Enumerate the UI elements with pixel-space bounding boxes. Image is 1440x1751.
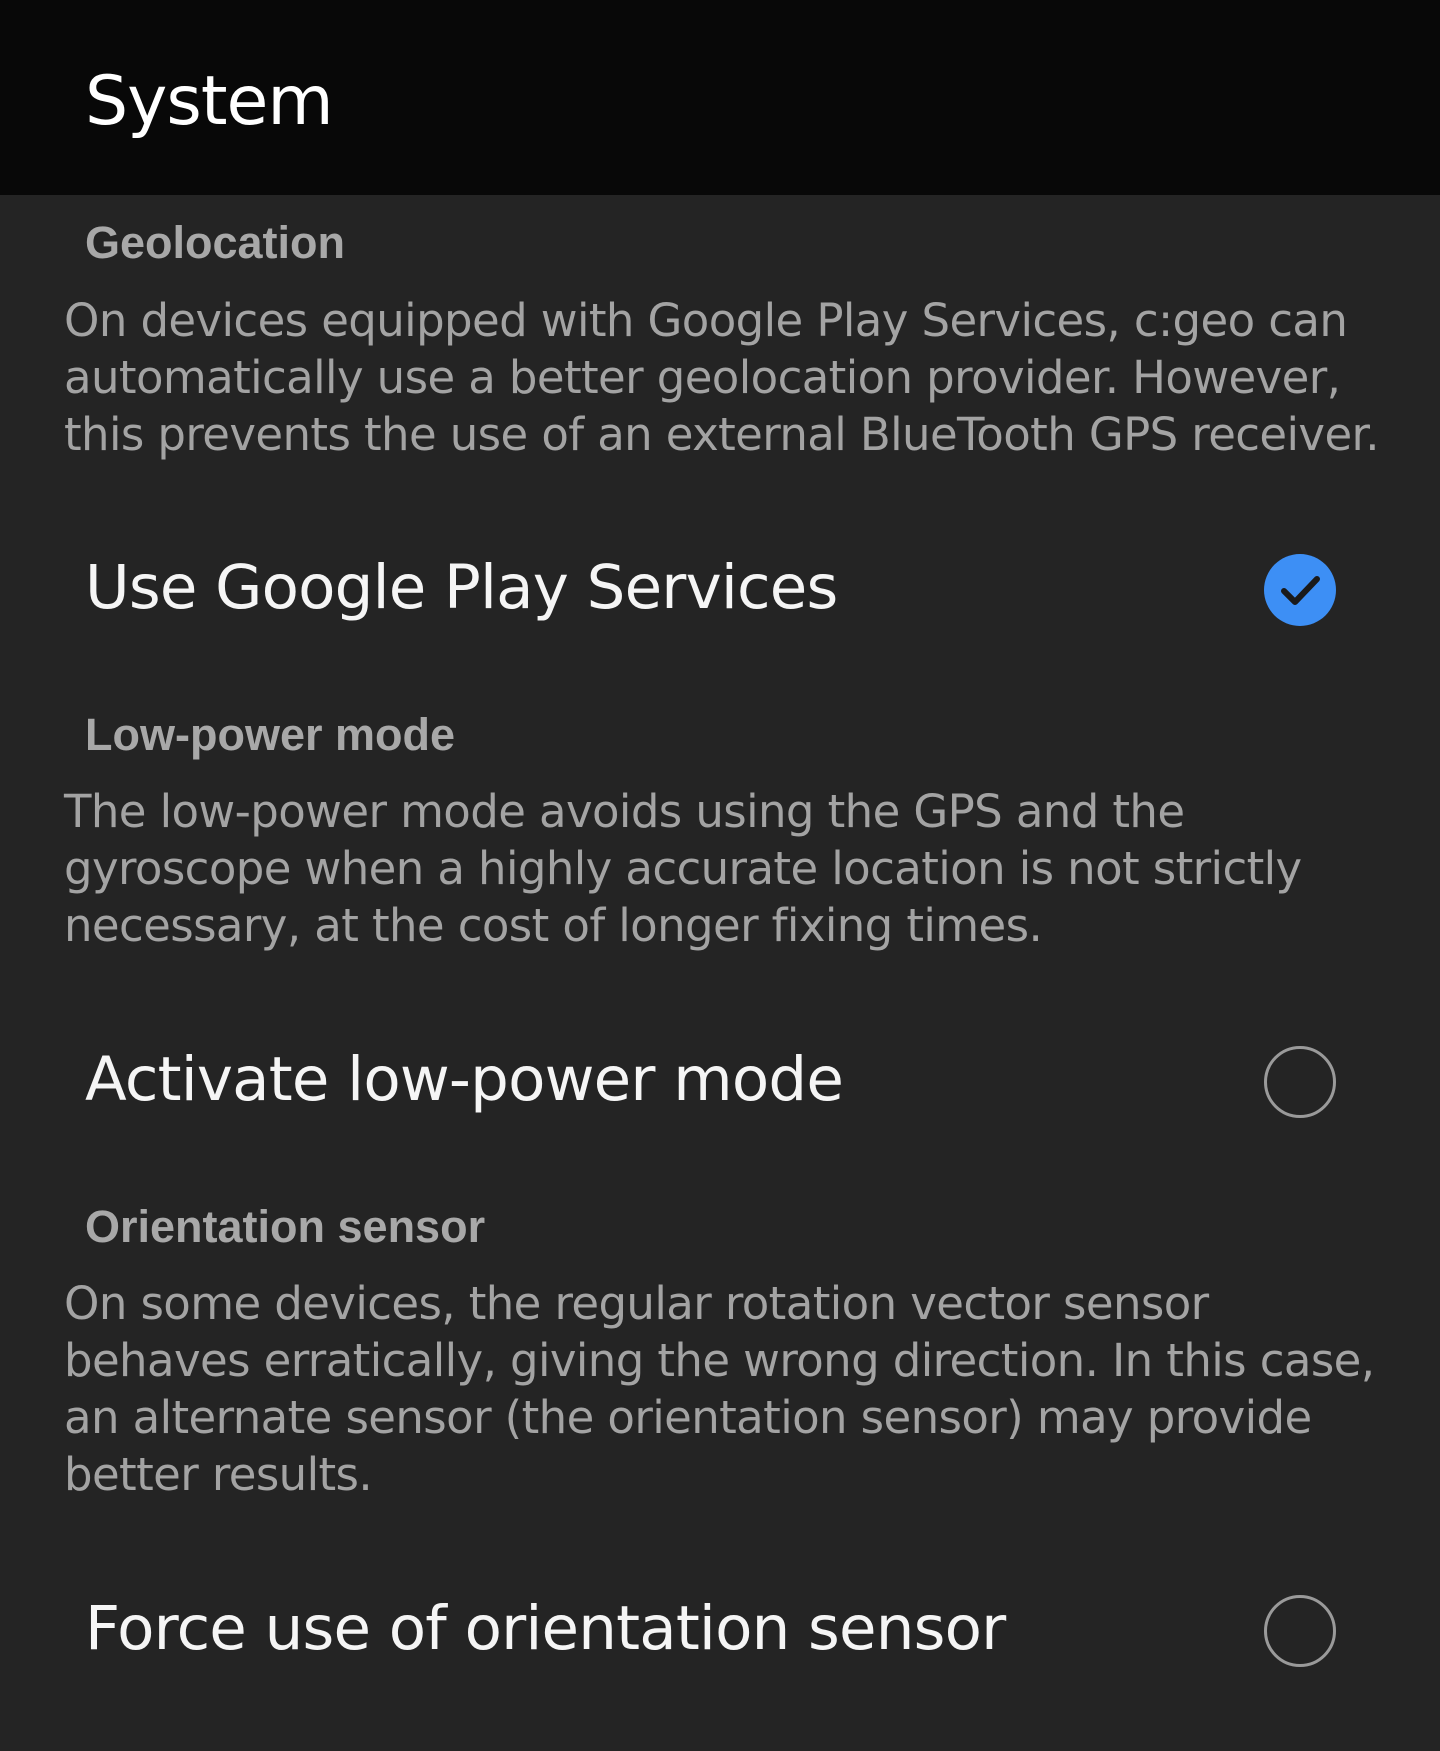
preference-force-orientation-sensor[interactable]: Force use of orientation sensor [0, 1559, 1440, 1699]
section-description-low-power-mode: The low-power mode avoids using the GPS … [64, 785, 1302, 952]
preference-label: Force use of orientation sensor [85, 1593, 1006, 1664]
app-bar: System [0, 0, 1440, 195]
section-title-orientation-sensor: Orientation sensor [85, 1201, 486, 1252]
page-title: System [85, 62, 334, 141]
preference-label: Activate low-power mode [85, 1044, 844, 1115]
preference-use-google-play-services[interactable]: Use Google Play Services [0, 518, 1440, 658]
checkmark-icon [1281, 576, 1320, 605]
section-description-orientation-sensor: On some devices, the regular rotation ve… [64, 1277, 1375, 1501]
preference-label: Use Google Play Services [85, 552, 838, 623]
circle-outline-icon[interactable] [1264, 1046, 1336, 1118]
section-title-low-power-mode: Low-power mode [85, 709, 455, 760]
section-description-geolocation: On devices equipped with Google Play Ser… [64, 294, 1380, 461]
preference-activate-low-power-mode[interactable]: Activate low-power mode [0, 1010, 1440, 1150]
circle-outline-icon[interactable] [1264, 1595, 1336, 1667]
check-circle-filled-icon[interactable] [1264, 554, 1336, 626]
settings-list: Geolocation On devices equipped with Goo… [0, 195, 1440, 1751]
section-title-geolocation: Geolocation [85, 217, 346, 268]
